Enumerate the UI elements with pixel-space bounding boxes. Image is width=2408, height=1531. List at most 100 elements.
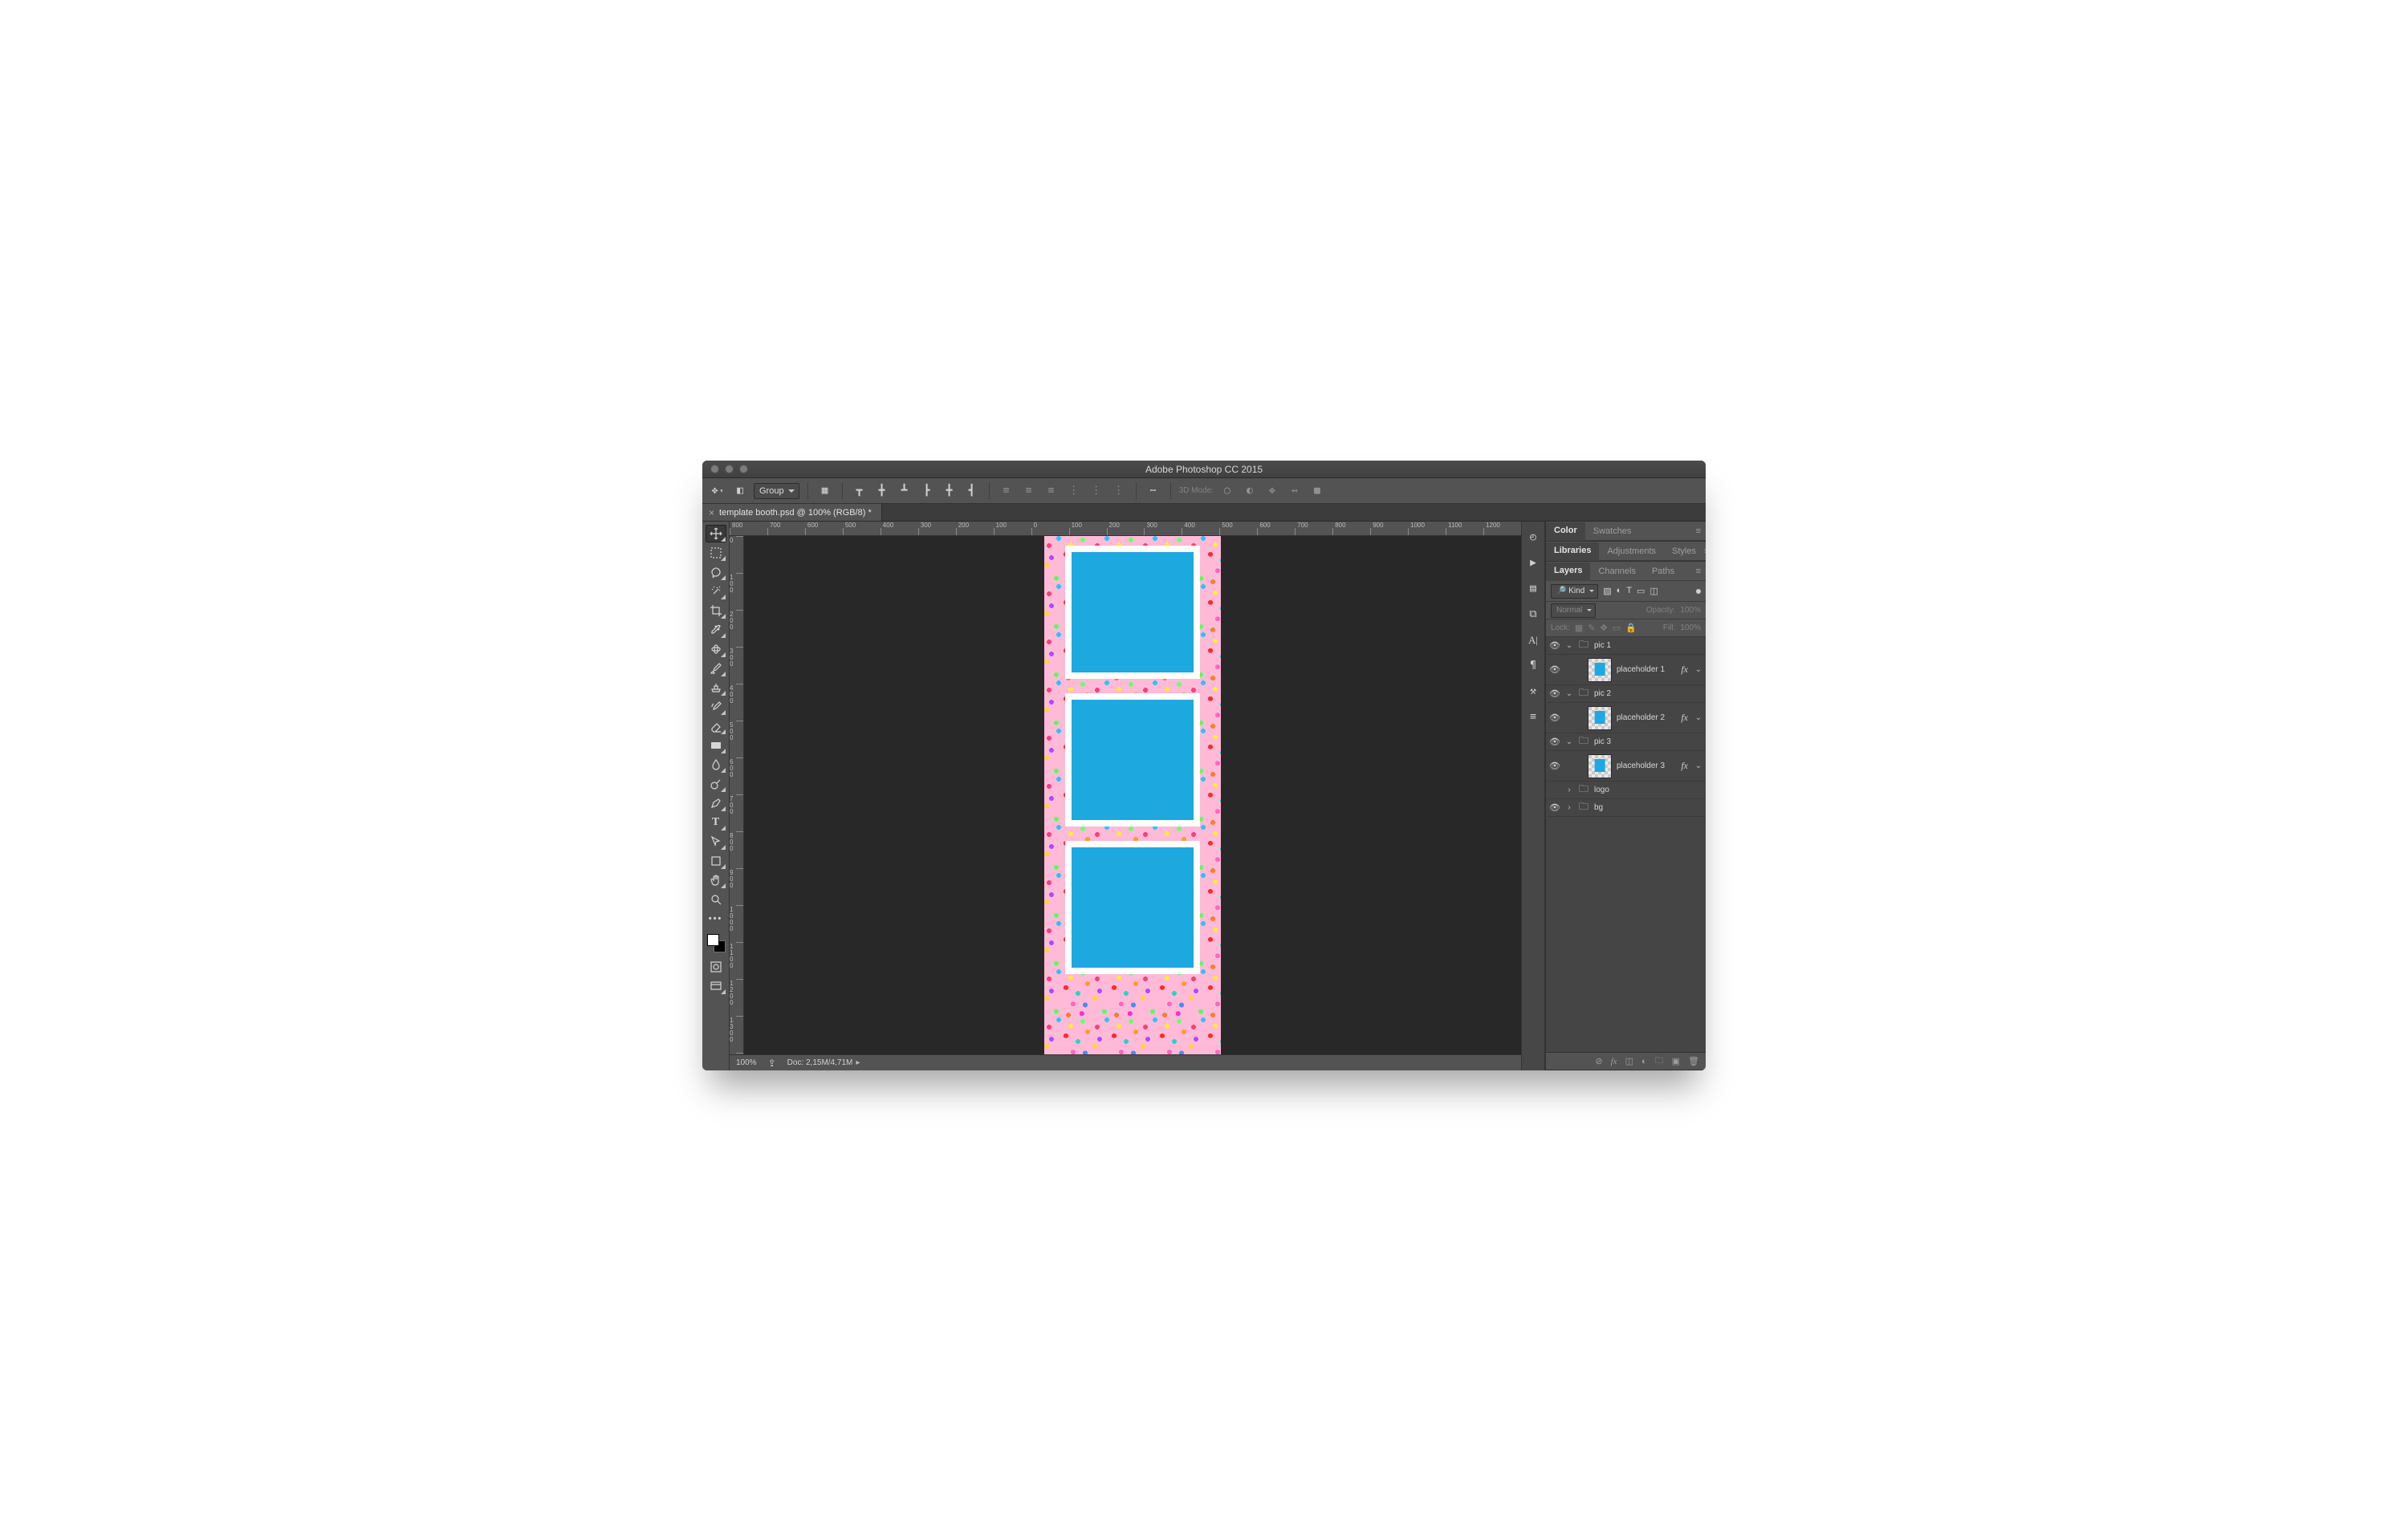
auto-select-mode-select[interactable]: Group [754, 483, 799, 499]
align-right-icon[interactable]: ┫ [963, 482, 981, 500]
panel-menu-icon[interactable]: ≡ [1704, 546, 1706, 556]
disclosure-icon[interactable]: › [1565, 786, 1573, 794]
hand-tool[interactable] [706, 871, 726, 889]
tool-preset-icon[interactable]: ✥▾ [709, 482, 726, 500]
threeD-camera-icon[interactable]: ■ [1308, 482, 1326, 500]
align-vcenter-icon[interactable]: ╋ [873, 482, 891, 500]
filter-image-icon[interactable]: ▧ [1603, 586, 1611, 596]
layer-group[interactable]: 👁 ⌄ 🗀 pic 1 [1546, 637, 1706, 655]
panel-menu-icon[interactable]: ≡ [1696, 567, 1701, 576]
lock-all-icon[interactable]: 🔒 [1625, 623, 1637, 633]
layer-filter-select[interactable]: 🔎 Kind [1551, 584, 1598, 599]
tab-channels[interactable]: Channels [1590, 562, 1643, 580]
fx-badge[interactable]: fx [1681, 760, 1688, 772]
fx-badge[interactable]: fx [1681, 664, 1688, 676]
new-group-icon[interactable]: 🗀 [1655, 1054, 1664, 1069]
tab-swatches[interactable]: Swatches [1585, 522, 1640, 540]
layer-name[interactable]: pic 2 [1594, 689, 1702, 698]
healing-tool[interactable] [706, 640, 726, 658]
gradient-tool[interactable] [706, 737, 726, 754]
tab-libraries[interactable]: Libraries [1546, 542, 1599, 561]
eyedropper-tool[interactable] [706, 621, 726, 639]
panel-menu-icon[interactable]: ≡ [1696, 526, 1701, 536]
lock-paint-icon[interactable]: ✎ [1588, 623, 1595, 633]
layer-name[interactable]: placeholder 2 [1617, 713, 1676, 722]
disclosure-icon[interactable]: › [1565, 803, 1573, 812]
align-bottom-icon[interactable]: ┻ [896, 482, 913, 500]
dist-hcenter-icon[interactable]: ⋮ [1088, 482, 1105, 500]
dist-vcenter-icon[interactable]: ≡ [1020, 482, 1038, 500]
layer-name[interactable]: logo [1594, 786, 1702, 794]
layer-item[interactable]: 👁 placeholder 3 fx⌄ [1546, 751, 1706, 782]
dist-right-icon[interactable]: ⋮ [1110, 482, 1128, 500]
layer-item[interactable]: 👁 placeholder 2 fx⌄ [1546, 703, 1706, 733]
layer-thumbnail[interactable] [1588, 658, 1612, 682]
zoom-readout[interactable]: 100% [736, 1058, 757, 1067]
disclosure-icon[interactable]: ⌄ [1565, 689, 1573, 698]
align-hcenter-icon[interactable]: ╋ [941, 482, 958, 500]
canvas[interactable] [744, 536, 1521, 1054]
zoom-tool[interactable] [706, 891, 726, 908]
layer-name[interactable]: pic 3 [1594, 737, 1702, 746]
filter-toggle[interactable] [1696, 589, 1701, 594]
threeD-pan-icon[interactable]: ✥ [1263, 482, 1281, 500]
tab-adjustments[interactable]: Adjustments [1599, 542, 1664, 560]
filter-type-icon[interactable]: T [1626, 586, 1632, 596]
properties-dock-icon[interactable]: ▤ [1524, 579, 1542, 597]
pen-tool[interactable] [706, 794, 726, 812]
opacity-value[interactable]: 100% [1680, 606, 1701, 615]
move-tool[interactable] [706, 525, 726, 542]
layer-group[interactable]: 👁 ⌄ 🗀 pic 3 [1546, 733, 1706, 751]
shape-tool[interactable] [706, 852, 726, 870]
close-doc-icon[interactable]: × [709, 507, 714, 518]
dist-left-icon[interactable]: ⋮ [1065, 482, 1083, 500]
layer-tree[interactable]: 👁 ⌄ 🗀 pic 1 👁 placeholder 1 fx ⌄ [1546, 637, 1706, 1052]
layer-mask-icon[interactable]: ◫ [1625, 1056, 1633, 1066]
brushes-dock-icon[interactable]: ⧉ [1524, 605, 1542, 623]
visibility-toggle[interactable]: 👁 [1549, 688, 1560, 699]
clone-stamp-tool[interactable] [706, 679, 726, 696]
fill-value[interactable]: 100% [1680, 623, 1701, 632]
threeD-orbit-icon[interactable]: ◯ [1218, 482, 1236, 500]
transform-controls-icon[interactable]: ▦ [816, 482, 834, 500]
fx-badge[interactable]: fx [1681, 712, 1688, 724]
visibility-toggle[interactable]: 👁 [1549, 640, 1560, 651]
layer-thumbnail[interactable] [1588, 754, 1612, 778]
character-dock-icon[interactable]: A| [1524, 631, 1542, 648]
lock-pixels-icon[interactable]: ▦ [1575, 623, 1583, 633]
layer-name[interactable]: bg [1594, 803, 1702, 812]
brush-tool[interactable] [706, 660, 726, 677]
crop-tool[interactable] [706, 602, 726, 619]
lasso-tool[interactable] [706, 563, 726, 581]
filter-adjust-icon[interactable]: ◐ [1617, 586, 1622, 596]
lock-artboard-icon[interactable]: ▭ [1613, 623, 1621, 633]
disclosure-icon[interactable]: ⌄ [1565, 641, 1573, 650]
tab-layers[interactable]: Layers [1546, 562, 1590, 581]
paragraph-dock-icon[interactable]: ¶ [1524, 656, 1542, 674]
dodge-tool[interactable] [706, 775, 726, 793]
layer-name[interactable]: pic 1 [1594, 641, 1702, 650]
layer-style-icon[interactable]: fx [1611, 1057, 1617, 1066]
dist-bottom-icon[interactable]: ≡ [1043, 482, 1060, 500]
type-tool[interactable]: T [706, 814, 726, 831]
ruler-vertical[interactable]: 0100200300400500600700800900100011001200… [730, 536, 744, 1054]
history-dock-icon[interactable]: ◴ [1524, 528, 1542, 546]
arrange-icon[interactable]: ⋯ [1145, 482, 1162, 500]
layer-thumbnail[interactable] [1588, 706, 1612, 730]
foreground-color-swatch[interactable] [707, 934, 719, 946]
lock-position-icon[interactable]: ✥ [1601, 623, 1608, 633]
eraser-tool[interactable] [706, 717, 726, 735]
tab-styles[interactable]: Styles [1664, 542, 1704, 560]
layer-name[interactable]: placeholder 3 [1617, 761, 1676, 770]
disclosure-icon[interactable]: ⌄ [1565, 737, 1573, 746]
tab-paths[interactable]: Paths [1644, 562, 1682, 580]
threeD-slide-icon[interactable]: ↔ [1286, 482, 1304, 500]
layer-group[interactable]: 👁 › 🗀 logo [1546, 782, 1706, 799]
screenmode-button[interactable] [706, 977, 726, 995]
history-brush-tool[interactable] [706, 698, 726, 716]
document-tab[interactable]: × template booth.psd @ 100% (RGB/8) * [702, 504, 882, 521]
blend-mode-select[interactable]: Normal [1551, 603, 1596, 618]
threeD-roll-icon[interactable]: ◐ [1241, 482, 1259, 500]
layer-name[interactable]: placeholder 1 [1617, 665, 1676, 674]
visibility-toggle[interactable]: 👁 [1549, 737, 1560, 747]
